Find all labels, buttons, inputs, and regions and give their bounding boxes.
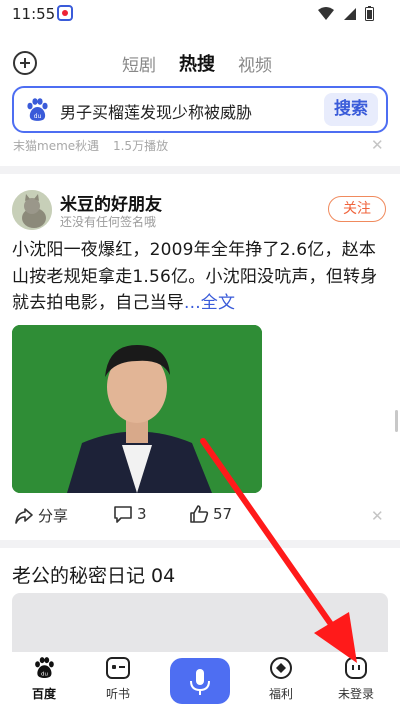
article-title[interactable]: 老公的秘密日记 04: [12, 561, 175, 588]
suggest-views: 1.5万播放: [112, 139, 169, 153]
tab-short-drama[interactable]: 短剧: [122, 51, 156, 76]
scrollbar[interactable]: [395, 410, 398, 432]
search-button[interactable]: 搜索: [324, 93, 378, 126]
nav-home-label: 百度: [31, 687, 56, 701]
share-icon: [15, 507, 33, 524]
post-image[interactable]: [12, 325, 262, 493]
status-bar: 11:55: [0, 0, 400, 30]
diamond-target-icon: [270, 657, 292, 679]
microphone-icon: [190, 669, 210, 695]
section-divider: [0, 540, 400, 548]
svg-text:du: du: [41, 671, 48, 677]
comment-count: 3: [137, 505, 147, 523]
nav-listen-label: 听书: [105, 687, 130, 701]
baidu-paw-icon: du: [27, 98, 48, 121]
like-action[interactable]: 57: [189, 505, 232, 523]
author-name[interactable]: 米豆的好朋友: [60, 190, 162, 215]
baidu-paw-icon: du: [35, 657, 54, 679]
profile-face-icon: [345, 657, 367, 679]
tab-video[interactable]: 视频: [238, 51, 272, 76]
cat-avatar-icon: [12, 190, 52, 230]
post-text[interactable]: 小沈阳一夜爆红，2009年全年挣了2.6亿，赵本山按老规矩拿走1.56亿。小沈阳…: [12, 237, 388, 317]
voice-search-button[interactable]: [170, 658, 230, 704]
follow-button[interactable]: 关注: [328, 196, 386, 222]
comment-action[interactable]: 3: [113, 505, 147, 523]
nav-home[interactable]: du 百度: [14, 656, 74, 702]
battery-icon: [365, 6, 374, 21]
top-tab-bar: 短剧 热搜 视频: [0, 46, 400, 80]
comment-icon: [114, 506, 132, 523]
svg-text:du: du: [34, 113, 42, 120]
add-plus-icon[interactable]: [13, 51, 37, 75]
signal-icon: [344, 7, 356, 20]
dismiss-icon[interactable]: ✕: [371, 507, 384, 525]
close-icon[interactable]: ✕: [371, 136, 384, 154]
status-icons: [317, 6, 374, 21]
search-box[interactable]: du 男子买榴莲发现少称被威胁 搜索: [12, 86, 388, 133]
wifi-icon: [318, 6, 334, 20]
share-action[interactable]: 分享: [14, 505, 68, 526]
tab-hot-search[interactable]: 热搜: [179, 50, 215, 76]
like-count: 57: [213, 505, 233, 523]
suggest-source: 末猫meme秋遇: [13, 139, 100, 153]
post-actions: 分享 3 57 ✕: [0, 505, 400, 529]
person-photo-icon: [12, 325, 262, 493]
status-time: 11:55: [12, 5, 56, 23]
nav-profile[interactable]: 未登录: [326, 656, 386, 702]
suggestion-row[interactable]: 末猫meme秋遇 1.5万播放: [13, 137, 178, 154]
share-label: 分享: [38, 507, 69, 525]
avatar[interactable]: [12, 190, 52, 230]
section-divider: [0, 166, 400, 174]
audiobook-icon: [106, 657, 130, 679]
nav-profile-label: 未登录: [337, 687, 374, 701]
search-query-text[interactable]: 男子买榴莲发现少称被威胁: [60, 99, 252, 123]
read-more-link[interactable]: ...全文: [184, 293, 235, 313]
nav-welfare-label: 福利: [268, 687, 293, 701]
article-thumbnail[interactable]: [12, 593, 388, 653]
bottom-nav: du 百度 听书 福利 未登录: [0, 652, 400, 711]
nav-welfare[interactable]: 福利: [251, 656, 311, 702]
author-bio: 还没有任何签名哦: [60, 215, 157, 229]
nav-listen[interactable]: 听书: [88, 656, 148, 702]
thumbs-up-icon: [190, 505, 209, 523]
app-notification-icon: [57, 5, 73, 21]
